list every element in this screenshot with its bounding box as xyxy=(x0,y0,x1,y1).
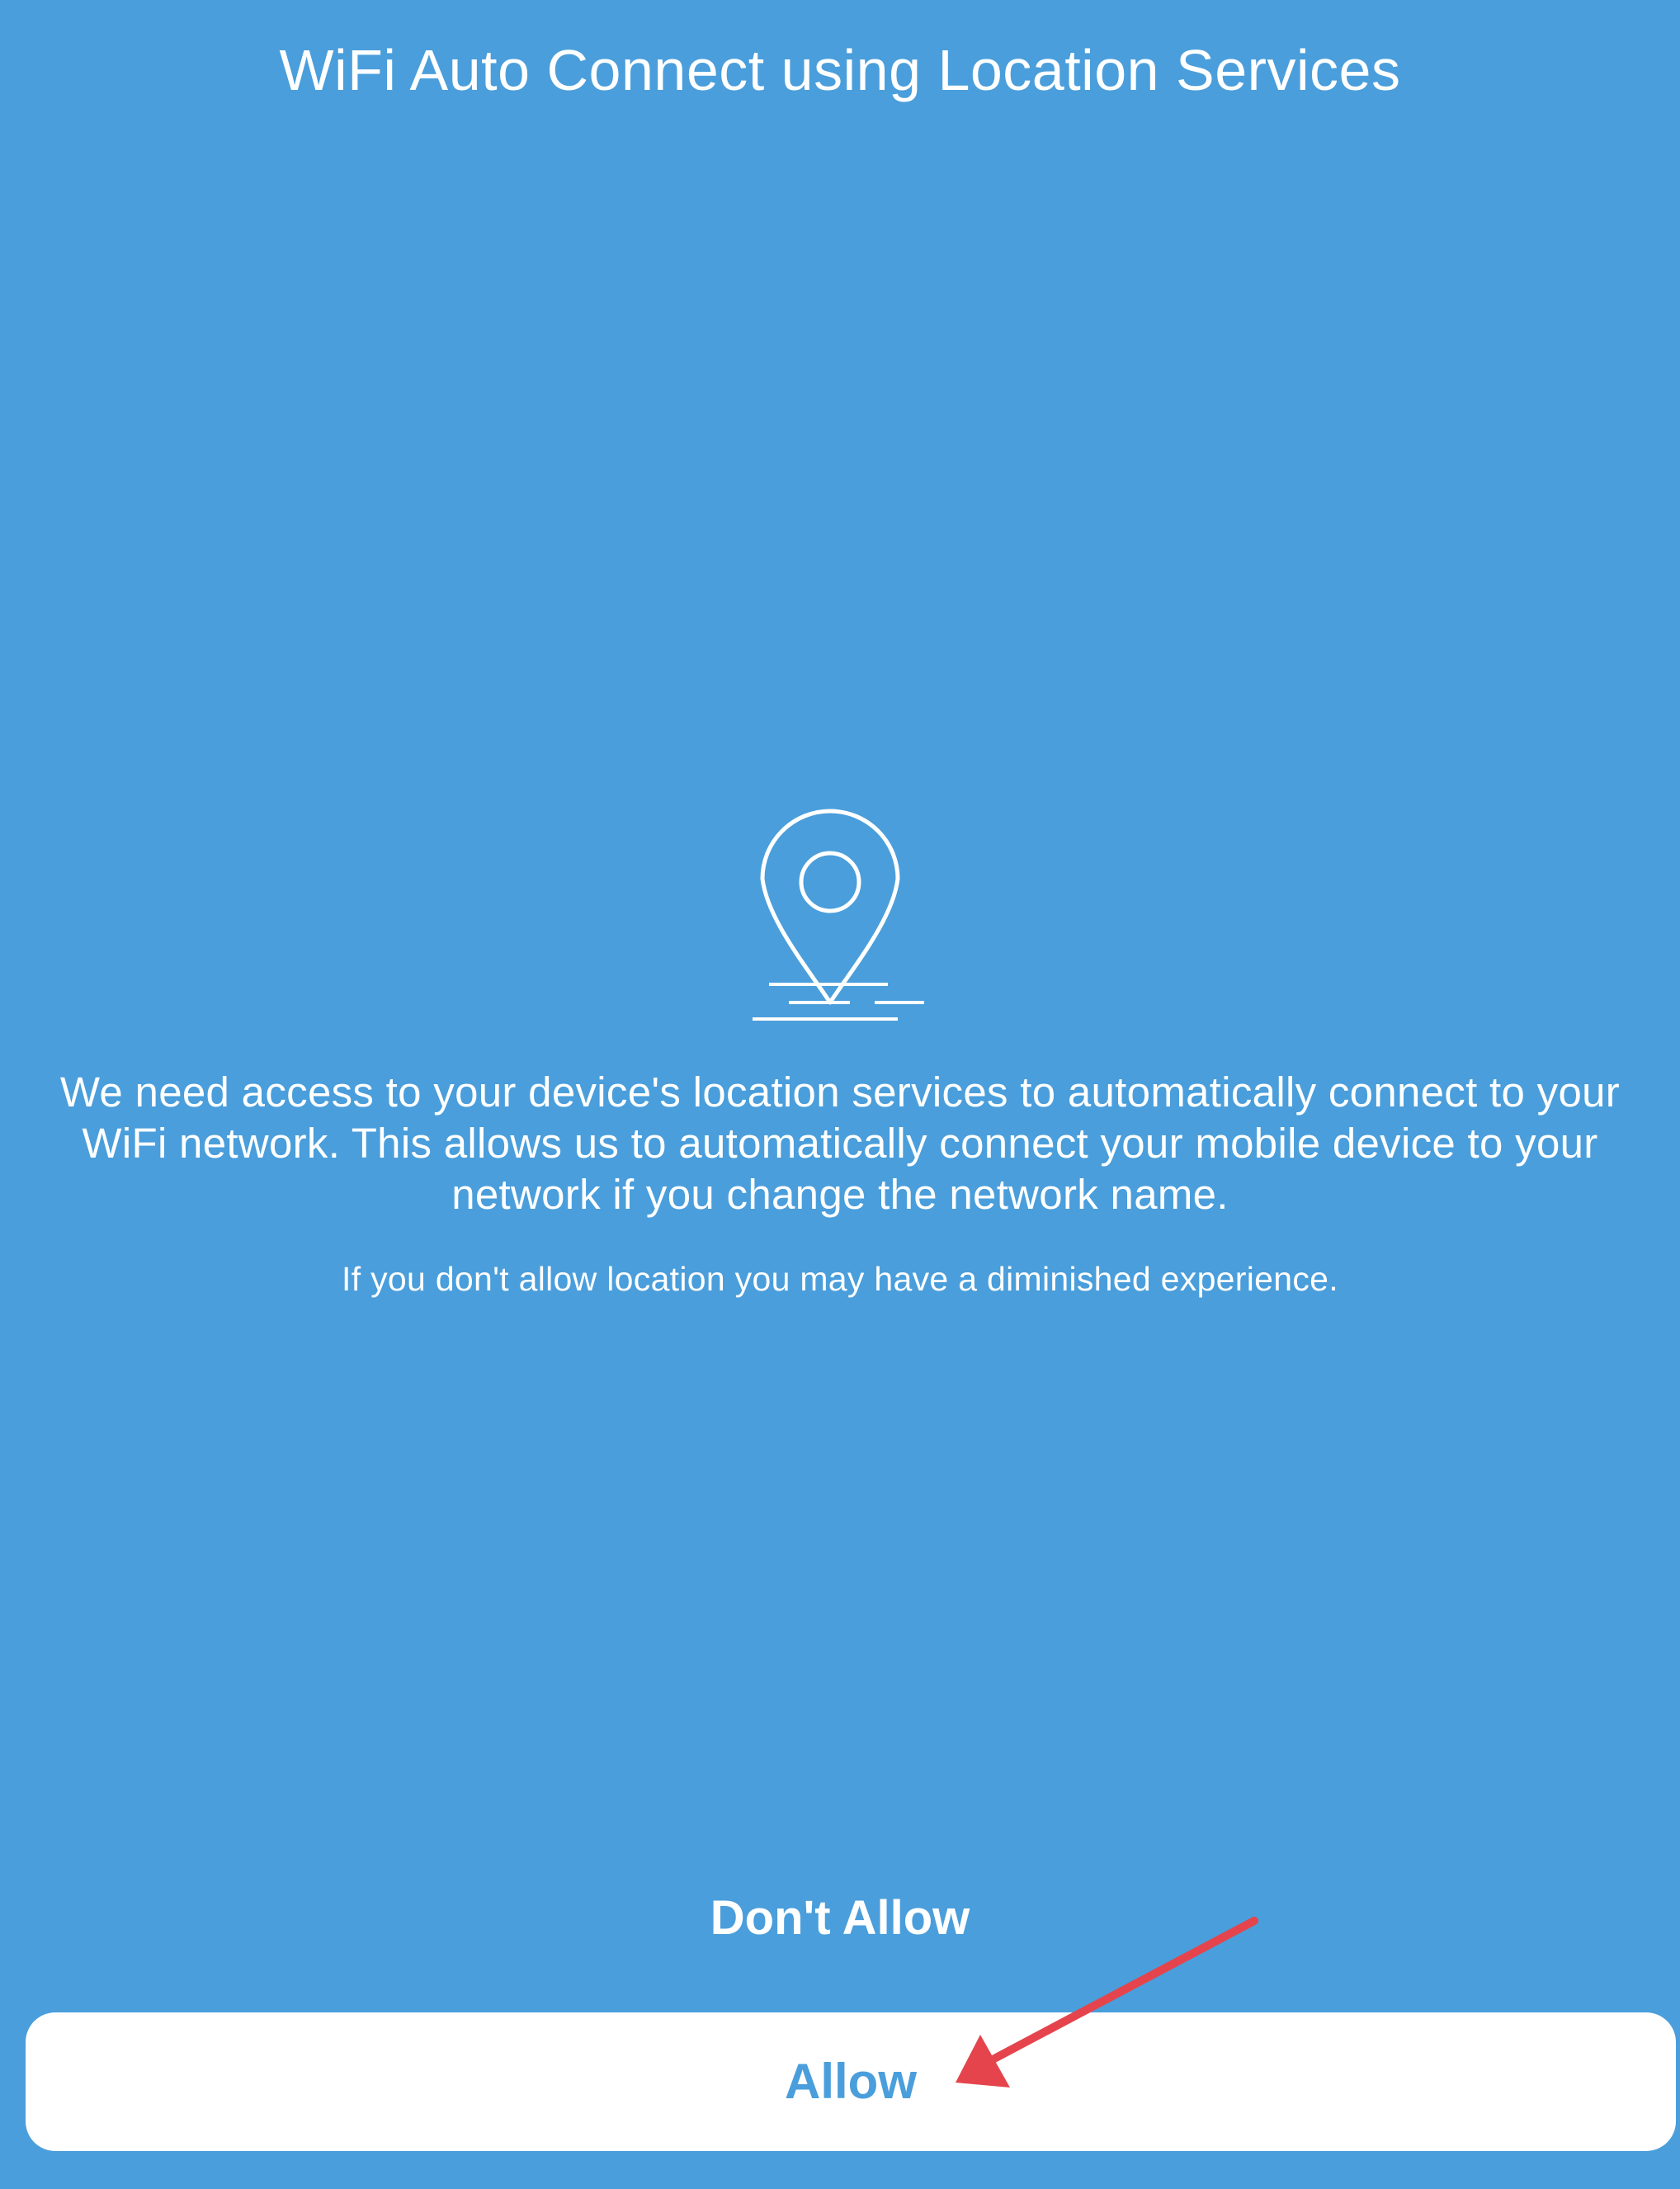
allow-button[interactable]: Allow xyxy=(26,2012,1676,2151)
permission-description: We need access to your device's location… xyxy=(59,1069,1621,1218)
page-title: WiFi Auto Connect using Location Service… xyxy=(279,38,1401,102)
location-pin-icon xyxy=(753,809,924,1021)
dont-allow-button[interactable]: Don't Allow xyxy=(592,1881,1088,1955)
permission-note: If you don't allow location you may have… xyxy=(342,1260,1338,1298)
